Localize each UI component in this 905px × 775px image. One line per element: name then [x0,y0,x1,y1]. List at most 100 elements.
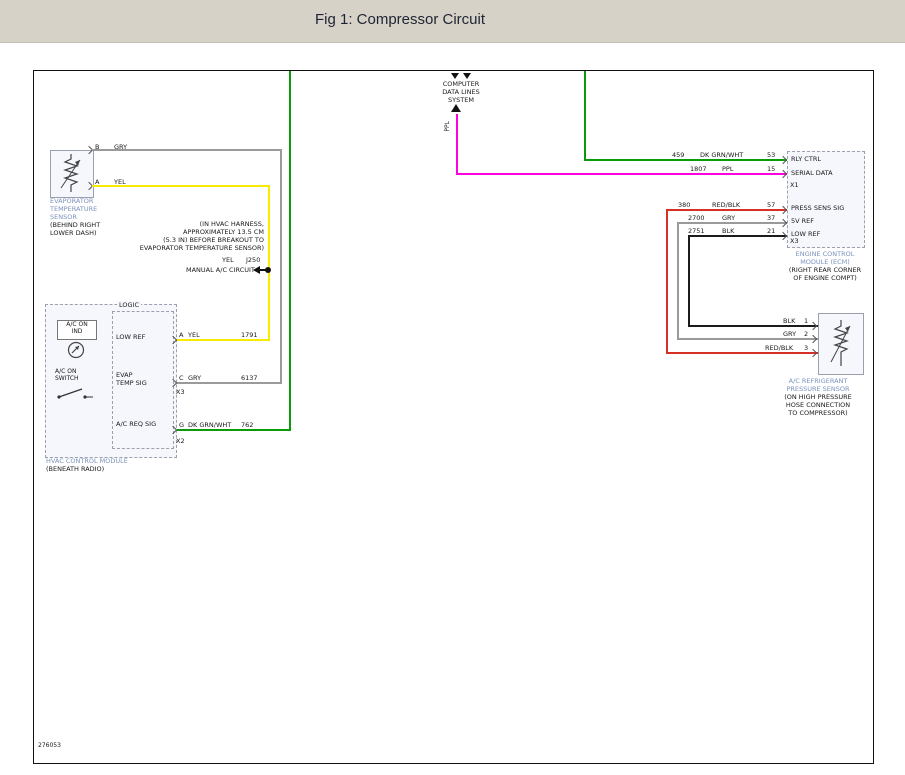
ecm-row4-pin: 37 [767,214,775,222]
ecm-press-sens-label: PRESS SENS SIG [791,204,844,212]
offpage-arrow-down-icon [463,73,471,79]
wire-red-blk-top [666,209,787,211]
ac-on-ind-line1: A/C ON [58,321,96,328]
wire-yel-vertical [268,185,270,341]
evap-sensor-name-line3: SENSOR [50,213,100,221]
wire-red-blk-vertical [666,209,668,354]
manual-ac-arrow-icon [253,266,260,274]
evap-sensor-location-line1: (BEHIND RIGHT [50,221,100,229]
wire-gry-to-hvac [177,382,282,384]
hvac-pin-c: C [179,374,184,382]
wire-dk-grn-wht-right-vertical [584,71,586,161]
computer-data-lines-line1: COMPUTER [420,80,502,88]
pressure-sensor-location-line3: TO COMPRESSOR) [772,409,864,417]
ecm-row3-pin: 57 [767,201,775,209]
wire-dk-grn-wht-left-horizontal [177,429,291,431]
ecm-row4-wire: GRY [722,214,735,222]
evap-sensor-location-line2: LOWER DASH) [50,229,100,237]
hvac-module-name: HVAC CONTROL MODULE (BENEATH RADIO) [46,457,128,473]
wire-dk-grn-wht-left-vertical [289,71,291,431]
wire-ppl-horizontal [456,173,789,175]
ac-on-switch-line2: SWITCH [55,375,79,382]
hvac-evap-label-line1: EVAP [116,371,133,379]
ecm-connector-x3: X3 [790,237,799,245]
wire-dk-grn-wht-right-horizontal [584,159,789,161]
wire-gry-top [677,222,787,224]
hvac-ac-req-label: A/C REQ SIG [116,420,156,428]
ecm-serial-data-label: SERIAL DATA [791,169,833,177]
wire-blk-top [688,235,787,237]
hvac-wire-g: DK GRN/WHT [188,421,231,429]
harness-note-line1: (IN HVAC HARNESS, [118,220,264,228]
splice-wire-label: YEL [222,256,234,264]
ecm-row3-ckt: 380 [678,201,690,209]
harness-note-line3: (5.3 IN) BEFORE BREAKOUT TO [118,236,264,244]
wire-yel-to-hvac [177,339,270,341]
hvac-low-ref-label: LOW REF [116,333,145,341]
wire-blk-vertical [688,235,690,327]
hvac-pin-g: G [179,421,184,429]
hvac-evap-label-line2: TEMP SIG [116,379,147,387]
hvac-ckt-a: 1791 [241,331,258,339]
ecm-location-line1: (RIGHT REAR CORNER [780,266,870,274]
harness-note: (IN HVAC HARNESS, APPROXIMATELY 13.5 CM … [118,220,264,252]
sensor-pin2-num: 2 [804,330,808,338]
ecm-5v-ref-label: 5V REF [791,217,814,225]
ecm-rly-ctrl-label: RLY CTRL [791,155,821,163]
evap-sensor-name: EVAPORATOR TEMPERATURE SENSOR (BEHIND RI… [50,197,100,237]
evap-sensor-name-line2: TEMPERATURE [50,205,100,213]
hvac-wire-a: YEL [188,331,200,339]
logic-label: LOGIC [117,301,141,309]
computer-data-lines-line3: SYSTEM [420,96,502,104]
wire-blk-bottom [688,325,818,327]
sensor-pin2-wire: GRY [783,330,796,338]
ecm-name-line2: MODULE (ECM) [780,258,870,266]
ecm-name-line1: ENGINE CONTROL [780,250,870,258]
ecm-row3-wire: RED/BLK [712,201,740,209]
hvac-module-location: (BENEATH RADIO) [46,465,128,473]
ecm-name: ENGINE CONTROL MODULE (ECM) (RIGHT REAR … [780,250,870,282]
ac-on-switch-line1: A/C ON [55,368,79,375]
hvac-ckt-c: 6137 [241,374,258,382]
pressure-sensor-location-line1: (ON HIGH PRESSURE [772,393,864,401]
ecm-row2-ckt: 1807 [690,165,707,173]
ecm-row5-ckt: 2751 [688,227,705,235]
computer-data-lines-label: COMPUTER DATA LINES SYSTEM [420,80,502,104]
ecm-location-line2: OF ENGINE COMPT) [780,274,870,282]
splice-junction-dot [265,267,271,273]
hvac-ckt-g: 762 [241,421,253,429]
ac-on-ind-box: A/C ON IND [57,320,97,340]
ac-on-switch-label: A/C ON SWITCH [55,368,79,382]
offpage-arrow-up-icon [451,104,461,112]
ecm-row1-ckt: 459 [672,151,684,159]
wire-gry-evap-vertical [280,149,282,383]
splice-id-label: J250 [246,256,260,264]
wire-gry-bottom [677,338,818,340]
harness-note-line4: EVAPORATOR TEMPERATURE SENSOR) [118,244,264,252]
wire-ppl-vertical [456,114,458,175]
pressure-sensor-location-line2: HOSE CONNECTION [772,401,864,409]
pressure-sensor-name-line2: PRESSURE SENSOR [772,385,864,393]
hvac-wire-c: GRY [188,374,201,382]
hvac-connector-x2: X2 [176,437,185,445]
ecm-row5-pin: 21 [767,227,775,235]
pressure-sensor-name-line1: A/C REFRIGERANT [772,377,864,385]
diagram-id: 276053 [38,742,61,749]
sensor-pin1-num: 1 [804,317,808,325]
ecm-row4-ckt: 2700 [688,214,705,222]
wiring-diagram-page: Fig 1: Compressor Circuit COMPUTER DATA … [0,0,905,775]
resistor-symbol-icon [828,318,854,368]
hvac-module-name-line: HVAC CONTROL MODULE [46,457,128,465]
offpage-arrow-down-icon [451,73,459,79]
ecm-row5-wire: BLK [722,227,734,235]
wire-gry-vertical [677,222,679,340]
sensor-pin3-num: 3 [804,344,808,352]
evap-sensor-name-line1: EVAPORATOR [50,197,100,205]
ecm-row2-wire: PPL [722,165,733,173]
resistor-symbol-icon [56,153,86,193]
wire-yel-evap-horizontal [92,185,270,187]
hvac-pin-a: A [179,331,183,339]
ac-on-ind-line2: IND [58,328,96,335]
ecm-row1-wire: DK GRN/WHT [700,151,743,159]
sensor-pin3-wire: RED/BLK [765,344,793,352]
